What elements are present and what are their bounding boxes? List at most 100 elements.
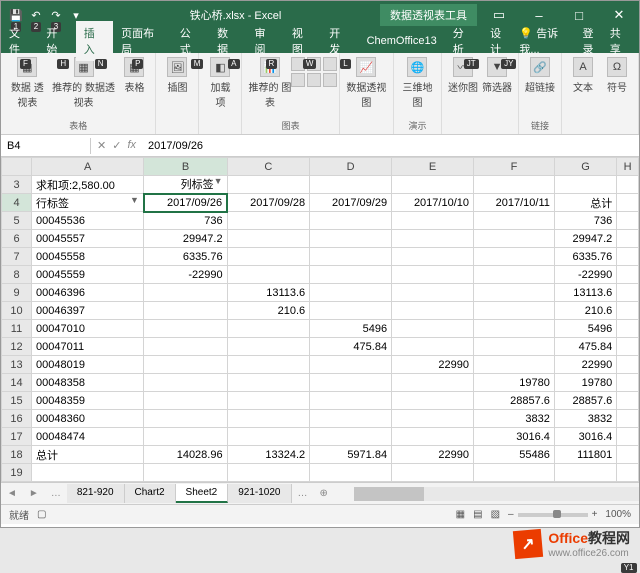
view-normal-icon[interactable]: ▦ — [456, 509, 465, 520]
cell[interactable]: 2017/10/11 — [474, 194, 555, 212]
cell[interactable]: 00045559 — [32, 266, 144, 284]
cell[interactable] — [617, 410, 639, 428]
cell[interactable] — [554, 464, 616, 482]
cell[interactable]: 00046396 — [32, 284, 144, 302]
tab-layout[interactable]: 页面布局P — [113, 21, 172, 61]
cell[interactable] — [617, 374, 639, 392]
cell[interactable] — [227, 428, 310, 446]
cell[interactable]: 2017/09/28 — [227, 194, 310, 212]
cell[interactable] — [617, 248, 639, 266]
cell[interactable]: 14028.96 — [144, 446, 227, 464]
cell[interactable]: 00045536 — [32, 212, 144, 230]
cell[interactable] — [617, 194, 639, 212]
cell[interactable] — [227, 320, 310, 338]
row-header[interactable]: 10 — [2, 302, 32, 320]
cell[interactable]: 总计 — [554, 194, 616, 212]
row-header[interactable]: 5 — [2, 212, 32, 230]
cell[interactable] — [474, 212, 555, 230]
cell[interactable] — [227, 338, 310, 356]
view-layout-icon[interactable]: ▤ — [473, 509, 482, 520]
cell[interactable]: 22990 — [392, 356, 474, 374]
text-button[interactable]: A文本 — [568, 57, 598, 94]
cell[interactable] — [392, 176, 474, 194]
row-header[interactable]: 8 — [2, 266, 32, 284]
cell[interactable] — [227, 392, 310, 410]
cell[interactable]: 3832 — [474, 410, 555, 428]
tab-data[interactable]: 数据A — [209, 21, 246, 61]
cell[interactable] — [310, 284, 392, 302]
new-sheet-button[interactable]: ⊕ — [314, 488, 334, 499]
cell[interactable] — [144, 428, 227, 446]
cell[interactable]: 00047010 — [32, 320, 144, 338]
cell[interactable] — [227, 212, 310, 230]
cell[interactable] — [310, 374, 392, 392]
sheet-tab[interactable]: 821-920 — [67, 484, 125, 503]
cell[interactable] — [310, 302, 392, 320]
cell[interactable]: 28857.6 — [474, 392, 555, 410]
cell[interactable] — [617, 176, 639, 194]
cell[interactable]: 00048358 — [32, 374, 144, 392]
tab-nav-next-icon[interactable]: ► — [23, 488, 45, 499]
cell[interactable] — [392, 392, 474, 410]
cell[interactable] — [392, 374, 474, 392]
cell[interactable]: 00046397 — [32, 302, 144, 320]
cell[interactable]: 行标签▼ — [32, 194, 144, 212]
cell[interactable] — [474, 356, 555, 374]
cell[interactable]: 00048359 — [32, 392, 144, 410]
cell[interactable] — [392, 302, 474, 320]
row-header[interactable]: 3 — [2, 176, 32, 194]
3d-map-button[interactable]: 🌐三维地 图 — [400, 57, 435, 109]
cell[interactable]: 00048019 — [32, 356, 144, 374]
tab-design[interactable]: 设计JY — [482, 21, 519, 61]
cell[interactable] — [474, 176, 555, 194]
cell[interactable] — [310, 356, 392, 374]
cell[interactable]: 22990 — [554, 356, 616, 374]
cell[interactable]: 列标签▼ — [144, 176, 227, 194]
cell[interactable] — [392, 284, 474, 302]
tab-home[interactable]: 开始H — [38, 21, 75, 61]
cell[interactable] — [617, 284, 639, 302]
filter-dropdown-icon[interactable]: ▼ — [130, 195, 139, 205]
cell[interactable]: 55486 — [474, 446, 555, 464]
cell[interactable] — [32, 464, 144, 482]
worksheet[interactable]: ABCDEFGH3求和项:2,580.00列标签▼4行标签▼2017/09/26… — [1, 157, 639, 482]
cell[interactable]: 6335.76 — [144, 248, 227, 266]
cell[interactable]: 5496 — [554, 320, 616, 338]
cell[interactable]: 28857.6 — [554, 392, 616, 410]
illustrations-button[interactable]: 🖼插图 — [162, 57, 192, 94]
cell[interactable] — [474, 266, 555, 284]
cell[interactable]: 2017/09/26 — [144, 194, 227, 212]
cell[interactable] — [227, 266, 310, 284]
cell[interactable] — [227, 410, 310, 428]
fx-icon[interactable]: fx — [127, 139, 136, 152]
column-header[interactable]: B — [144, 158, 227, 176]
cell[interactable]: 3832 — [554, 410, 616, 428]
cell[interactable] — [474, 302, 555, 320]
pivot-chart-button[interactable]: 📈数据透视图 — [346, 57, 387, 109]
sheet-tab[interactable]: Sheet2 — [176, 484, 229, 503]
cell[interactable] — [392, 248, 474, 266]
row-header[interactable]: 13 — [2, 356, 32, 374]
cell[interactable]: 2017/10/10 — [392, 194, 474, 212]
cell[interactable] — [310, 212, 392, 230]
cell[interactable]: 736 — [144, 212, 227, 230]
cell[interactable]: 00047011 — [32, 338, 144, 356]
row-header[interactable]: 16 — [2, 410, 32, 428]
cell[interactable] — [227, 356, 310, 374]
cell[interactable] — [617, 428, 639, 446]
row-header[interactable]: 18 — [2, 446, 32, 464]
row-header[interactable]: 4 — [2, 194, 32, 212]
cell[interactable] — [617, 230, 639, 248]
sheet-tab[interactable]: Chart2 — [125, 484, 176, 503]
row-header[interactable]: 11 — [2, 320, 32, 338]
cell[interactable]: -22990 — [554, 266, 616, 284]
cell[interactable] — [310, 410, 392, 428]
tab-nav-prev-icon[interactable]: ◄ — [1, 488, 23, 499]
cell[interactable] — [144, 392, 227, 410]
cell[interactable] — [617, 464, 639, 482]
cell[interactable] — [392, 464, 474, 482]
cell[interactable]: 5971.84 — [310, 446, 392, 464]
cell[interactable] — [227, 248, 310, 266]
cell[interactable] — [617, 446, 639, 464]
tab-formula[interactable]: 公式M — [172, 21, 209, 61]
